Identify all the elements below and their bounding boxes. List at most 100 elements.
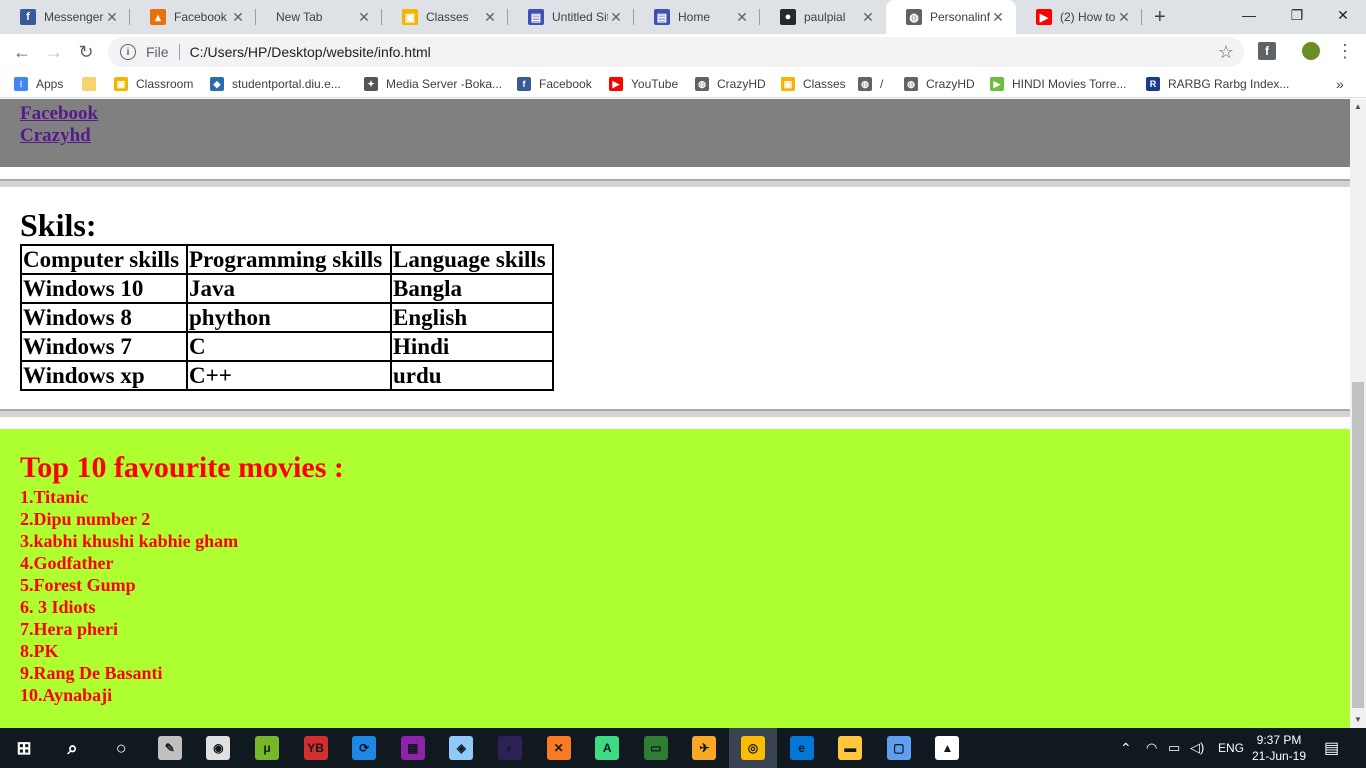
more-bookmarks-button[interactable]: » — [1336, 70, 1344, 98]
forward-button[interactable]: → — [42, 40, 66, 64]
volume-icon[interactable]: ◁) — [1190, 728, 1204, 768]
bookmark-label: Media Server -Boka... — [386, 77, 503, 91]
reload-button[interactable]: ↻ — [74, 40, 98, 64]
table-cell: English — [390, 302, 554, 333]
taskbar-app[interactable]: ▦ — [389, 728, 437, 768]
bookmark-item[interactable] — [82, 70, 104, 98]
taskbar-app[interactable]: ◎ — [729, 728, 777, 768]
tab-close-icon[interactable]: ✕ — [734, 9, 750, 26]
youtube-icon: ▶ — [609, 77, 623, 91]
file-explorer-icon: ▬ — [838, 736, 863, 760]
battery-icon[interactable]: ▭ — [1168, 728, 1180, 768]
bookmark-item[interactable]: ▶ YouTube — [609, 70, 678, 98]
movie-item: 6. 3 Idiots — [20, 597, 96, 617]
taskbar-app[interactable]: ▲ — [923, 728, 971, 768]
bookmark-item[interactable]: ◍ / — [858, 70, 883, 98]
bookmark-item[interactable]: R RARBG Rarbg Index... — [1146, 70, 1289, 98]
table-cell: Windows 8 — [20, 302, 188, 333]
tab-close-icon[interactable]: ✕ — [1116, 9, 1132, 26]
taskbar-app[interactable]: ▭ — [632, 728, 680, 768]
scroll-up-arrow-icon[interactable]: ▲ — [1350, 99, 1366, 115]
sync-icon: ⟳ — [352, 736, 377, 760]
movies-section: Top 10 favourite movies : 1.Titanic 2.Di… — [0, 429, 1350, 728]
table-header: Language skills — [390, 244, 554, 275]
bookmark-star-icon[interactable]: ☆ — [1218, 42, 1234, 63]
scrollbar-thumb[interactable] — [1352, 382, 1364, 708]
bookmark-item[interactable]: ▣ Classes — [781, 70, 846, 98]
bookmark-item[interactable]: ◍ CrazyHD — [695, 70, 766, 98]
taskbar-app[interactable]: A — [583, 728, 631, 768]
bookmark-item[interactable]: ▶ HINDI Movies Torre... — [990, 70, 1126, 98]
wifi-icon[interactable]: ◠ — [1146, 728, 1157, 768]
maximize-button[interactable]: ❐ — [1274, 0, 1320, 30]
table-cell: Bangla — [390, 273, 554, 304]
back-button[interactable]: ← — [10, 40, 34, 64]
table-cell: Java — [186, 273, 392, 304]
taskbar-app[interactable]: YB — [292, 728, 340, 768]
link-facebook[interactable]: Facebook — [20, 103, 98, 125]
info-icon[interactable]: i — [120, 44, 136, 60]
taskbar-app[interactable]: e — [778, 728, 826, 768]
profile-avatar[interactable] — [1302, 42, 1320, 60]
bookmark-item[interactable]: ⁝ Apps — [14, 70, 63, 98]
table-cell: Hindi — [390, 331, 554, 362]
tab-separator — [1141, 9, 1142, 25]
browser-tab[interactable]: ▣ Classes ✕ — [382, 0, 508, 34]
browser-tab[interactable]: ▶ (2) How to ✕ — [1016, 0, 1142, 34]
photos-icon: ▲ — [935, 736, 960, 760]
taskbar-app[interactable]: ⊞ — [0, 728, 48, 768]
taskbar-app[interactable]: ⌕ — [49, 728, 97, 768]
browser-tab[interactable]: ▤ Untitled Site✕ — [508, 0, 634, 34]
skills-heading: Skils: — [20, 207, 97, 243]
classroom-icon: ▣ — [402, 9, 418, 25]
bookmark-item[interactable]: ◍ CrazyHD — [904, 70, 975, 98]
movie-item: 10.Aynabaji — [20, 685, 113, 705]
taskbar-app[interactable]: ▬ — [826, 728, 874, 768]
taskbar-app[interactable]: μ — [243, 728, 291, 768]
taskbar-app[interactable]: ◐ — [486, 728, 534, 768]
tab-close-icon[interactable]: ✕ — [356, 9, 372, 26]
taskbar-app[interactable]: ✈ — [680, 728, 728, 768]
system-clock[interactable]: 9:37 PM 21-Jun-19 — [1246, 732, 1312, 764]
tab-close-icon[interactable]: ✕ — [104, 9, 120, 26]
input-language[interactable]: ENG — [1218, 728, 1244, 768]
taskbar-app[interactable]: ✕ — [535, 728, 583, 768]
taskbar-app[interactable]: ○ — [97, 728, 145, 768]
browser-tab[interactable]: ◍ Personalinfo✕ — [886, 0, 1016, 34]
taskbar-app[interactable]: ⟳ — [340, 728, 388, 768]
tab-close-icon[interactable]: ✕ — [990, 9, 1006, 26]
tab-close-icon[interactable]: ✕ — [482, 9, 498, 26]
link-crazyhd[interactable]: Crazyhd — [20, 125, 91, 147]
tab-close-icon[interactable]: ✕ — [860, 9, 876, 26]
minimize-button[interactable]: — — [1226, 0, 1272, 30]
browser-tab[interactable]: ● paulpial ✕ — [760, 0, 886, 34]
movie-item: 1.Titanic — [20, 487, 89, 507]
browser-tab[interactable]: New Tab ✕ — [256, 0, 382, 34]
new-tab-button[interactable]: + — [1154, 6, 1166, 29]
bookmark-item[interactable]: ✦ Media Server -Boka... — [364, 70, 502, 98]
tab-close-icon[interactable]: ✕ — [608, 9, 624, 26]
show-hidden-icons-chevron-icon[interactable]: ⌃ — [1120, 728, 1132, 768]
address-scheme: File — [146, 44, 169, 60]
menu-kebab-icon[interactable]: ⋮ — [1336, 42, 1354, 60]
taskbar-app[interactable]: ◈ — [437, 728, 485, 768]
browser-tab[interactable]: f Messenger ✕ — [0, 0, 130, 34]
tab-close-icon[interactable]: ✕ — [230, 9, 246, 26]
taskbar-app[interactable]: ◉ — [194, 728, 242, 768]
tab-title: New Tab — [276, 10, 323, 24]
taskbar-app[interactable]: ✎ — [146, 728, 194, 768]
facebook-extension-icon[interactable]: f — [1258, 42, 1276, 60]
folder-icon — [82, 77, 96, 91]
address-bar[interactable]: i File C:/Users/HP/Desktop/website/info.… — [108, 37, 1244, 67]
page-scrollbar[interactable]: ▲ ▼ — [1350, 99, 1366, 728]
browser-tab[interactable]: ▴ Facebook S✕ — [130, 0, 256, 34]
taskbar-app[interactable]: ▢ — [875, 728, 923, 768]
bookmark-item[interactable]: ▣ Classroom — [114, 70, 193, 98]
bookmark-item[interactable]: ◆ studentportal.diu.e... — [210, 70, 341, 98]
window-close-button[interactable]: ✕ — [1320, 0, 1366, 30]
notifications-icon[interactable]: ▤ — [1324, 728, 1339, 768]
browser-tab[interactable]: ▤ Home ✕ — [634, 0, 760, 34]
address-url[interactable]: C:/Users/HP/Desktop/website/info.html — [190, 44, 431, 60]
scroll-down-arrow-icon[interactable]: ▼ — [1350, 712, 1366, 728]
bookmark-item[interactable]: f Facebook — [517, 70, 592, 98]
